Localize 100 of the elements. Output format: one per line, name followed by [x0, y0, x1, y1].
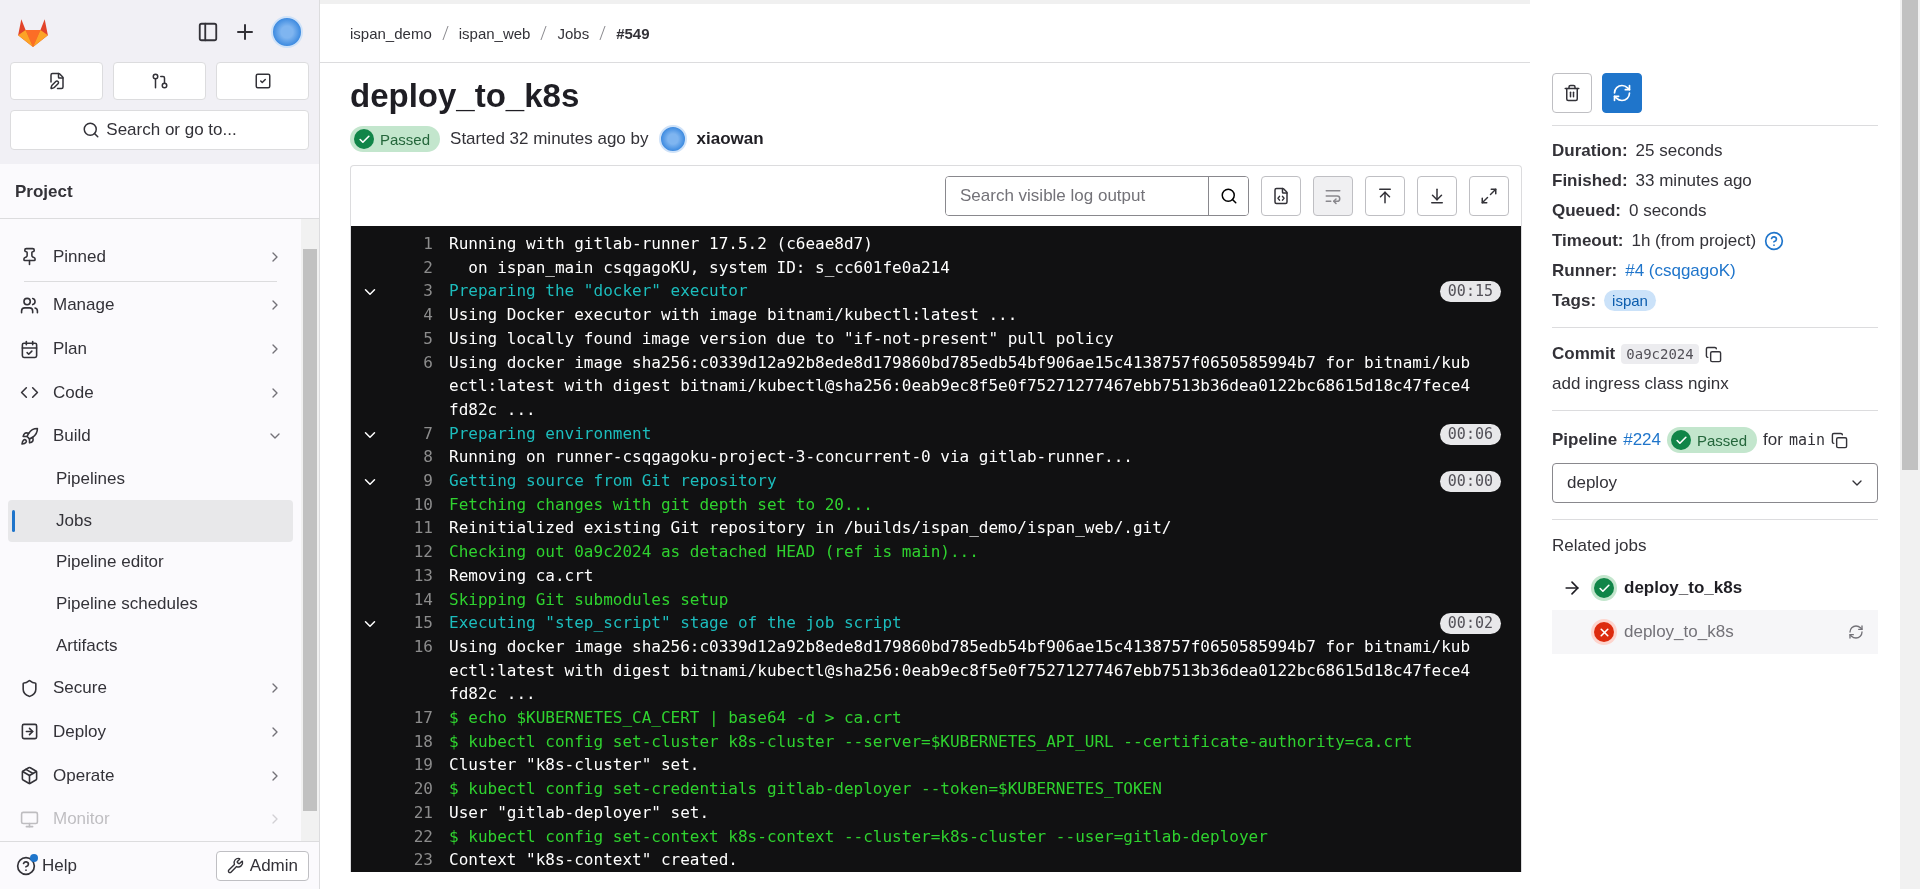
copy-icon[interactable]: [1704, 345, 1722, 363]
monitor-icon: [20, 809, 39, 829]
issues-button[interactable]: [10, 62, 103, 100]
scrollbar[interactable]: [301, 219, 319, 841]
line-number[interactable]: 12: [389, 540, 433, 564]
delete-button[interactable]: [1552, 73, 1592, 113]
retry-icon[interactable]: [1848, 624, 1864, 640]
wrench-icon: [226, 857, 244, 874]
copy-icon[interactable]: [1831, 431, 1849, 449]
search-button[interactable]: [1208, 177, 1248, 215]
related-job[interactable]: deploy_to_k8s: [1552, 566, 1878, 610]
nav-item[interactable]: Plan: [8, 327, 293, 371]
rocket-icon: [20, 426, 39, 446]
nav-item[interactable]: Secure: [8, 666, 293, 711]
line-number[interactable]: 20: [389, 777, 433, 801]
related-job[interactable]: deploy_to_k8s: [1552, 610, 1878, 654]
admin-button[interactable]: Admin: [215, 850, 309, 881]
failed-icon: [1594, 622, 1614, 642]
duration-badge: 00:15: [1439, 281, 1501, 303]
nav-item[interactable]: Build: [8, 414, 293, 459]
for-text: for: [1763, 430, 1783, 450]
log-line: Reinitialized existing Git repository in /builds/ispan_demo/ispan_web/.git/: [449, 517, 1172, 540]
scroll-top-button[interactable]: [1365, 176, 1405, 216]
pipeline-label: Pipeline: [1552, 430, 1618, 450]
success-icon: [1594, 578, 1614, 598]
help-icon[interactable]: [1764, 230, 1785, 251]
line-number[interactable]: 8: [389, 445, 433, 470]
log-line: Using docker image sha256:c0339d12a92b8ede8d179860bd785edb54bf906ae15c4138757f0650585994b7 for bitnami/kubectl:latest with digest bitnami/kubectl@sha256:0eab9ec8f5e0f75271277467ebb7513b36dea0122bc68615d18c47fece4fd82c ...: [449, 351, 1472, 421]
log-line: Cluster "k8s-cluster" set.: [449, 754, 700, 777]
log-line: $ echo $KUBERNETES_CA_CERT | base64 -d > ca.crt: [449, 707, 902, 730]
fullscreen-button[interactable]: [1469, 176, 1509, 216]
line-number[interactable]: 5: [389, 326, 433, 351]
log-line: Using locally found image version due to "if-not-present" pull policy: [449, 327, 1114, 350]
breadcrumb-link[interactable]: Jobs: [557, 24, 590, 42]
todo-button[interactable]: [216, 62, 309, 100]
avatar[interactable]: [271, 16, 303, 48]
line-number[interactable]: 1: [389, 232, 433, 256]
line-number[interactable]: 14: [389, 587, 433, 612]
detail-label: Finished:: [1552, 170, 1628, 191]
runner-link[interactable]: #4 (csqgagoK): [1625, 260, 1736, 281]
help-icon: [16, 855, 36, 876]
line-number[interactable]: 23: [389, 848, 433, 872]
line-number[interactable]: 7: [389, 421, 433, 446]
line-number[interactable]: 19: [389, 753, 433, 778]
breadcrumb-link[interactable]: ispan_web: [458, 24, 531, 42]
user-link[interactable]: xiaowan: [696, 129, 764, 149]
line-number[interactable]: 18: [389, 729, 433, 754]
commit-label: Commit: [1552, 344, 1616, 364]
document-pen-icon: [47, 72, 66, 90]
nav-item[interactable]: Operate: [8, 753, 293, 798]
wrap-lines-button[interactable]: [1313, 176, 1353, 216]
line-number[interactable]: 11: [389, 516, 433, 541]
breadcrumb-link[interactable]: ispan_demo: [350, 24, 432, 42]
line-number[interactable]: 22: [389, 824, 433, 849]
line-number[interactable]: 4: [389, 303, 433, 327]
success-icon: [1671, 430, 1691, 450]
notification-dot: [30, 853, 38, 862]
nav-item[interactable]: Pinned: [8, 235, 293, 279]
scrollbar[interactable]: [1900, 0, 1920, 889]
expand-icon: [1480, 187, 1498, 205]
search-icon: [1219, 187, 1238, 205]
line-number[interactable]: 2: [389, 255, 433, 280]
stage-dropdown[interactable]: deploy: [1552, 463, 1878, 503]
pipeline-link[interactable]: #224: [1623, 430, 1661, 450]
log-line: Running with gitlab-runner 17.5.2 (c6eae8d7): [449, 233, 873, 255]
log-line: Removing ca.crt: [449, 564, 594, 587]
started-text: Started 32 minutes ago by: [450, 129, 649, 149]
log-line: Using docker image sha256:c0339d12a92b8ede8d179860bd785edb54bf906ae15c4138757f0650585994b7 for bitnami/kubectl:latest with digest bitnami/kubectl@sha256:0eab9ec8f5e0f75271277467ebb7513b36dea0122bc68615d18c47fece4fd82c ...: [449, 635, 1472, 706]
detail-value: 1h (from project): [1631, 230, 1757, 251]
line-number[interactable]: 13: [389, 563, 433, 588]
nav-item[interactable]: Manage: [8, 283, 293, 328]
line-number[interactable]: 15: [389, 611, 433, 635]
nav-subitem[interactable]: Pipeline editor: [8, 541, 293, 584]
nav-subitem[interactable]: Artifacts: [8, 624, 293, 667]
status-badge: Passed: [1667, 427, 1758, 453]
nav-subitem[interactable]: Pipelines: [8, 458, 293, 500]
log-line: Executing "step_script" stage of the job script: [449, 612, 902, 635]
commit-sha[interactable]: 0a9c2024: [1621, 344, 1699, 364]
nav-subitem[interactable]: Jobs: [8, 499, 293, 542]
nav-item[interactable]: Code: [8, 370, 293, 415]
search-icon: [82, 121, 101, 139]
log-line: $ kubectl config set-context k8s-context --cluster=k8s-cluster --user=gitlab-deployer: [449, 825, 1268, 848]
log-search-field[interactable]: Search visible log output: [945, 176, 1249, 216]
line-number[interactable]: 6: [389, 350, 433, 422]
nav-item[interactable]: Deploy: [8, 710, 293, 754]
sidebar-toggle-icon[interactable]: [197, 21, 219, 43]
breadcrumb-link[interactable]: #549: [616, 24, 650, 42]
help-button[interactable]: Help: [16, 855, 77, 876]
nav-subitem[interactable]: Pipeline schedules: [8, 583, 293, 625]
scroll-bottom-button[interactable]: [1417, 176, 1457, 216]
line-number[interactable]: 9: [389, 469, 433, 493]
user-avatar[interactable]: [658, 125, 687, 153]
retry-button[interactable]: [1602, 73, 1642, 113]
line-number[interactable]: 3: [389, 279, 433, 304]
search-button[interactable]: Search or go to...: [10, 110, 309, 150]
line-number[interactable]: 21: [389, 800, 433, 825]
raw-log-button[interactable]: [1261, 176, 1301, 216]
line-number[interactable]: 16: [389, 634, 433, 707]
line-number[interactable]: 17: [389, 706, 433, 730]
line-number[interactable]: 10: [389, 492, 433, 517]
